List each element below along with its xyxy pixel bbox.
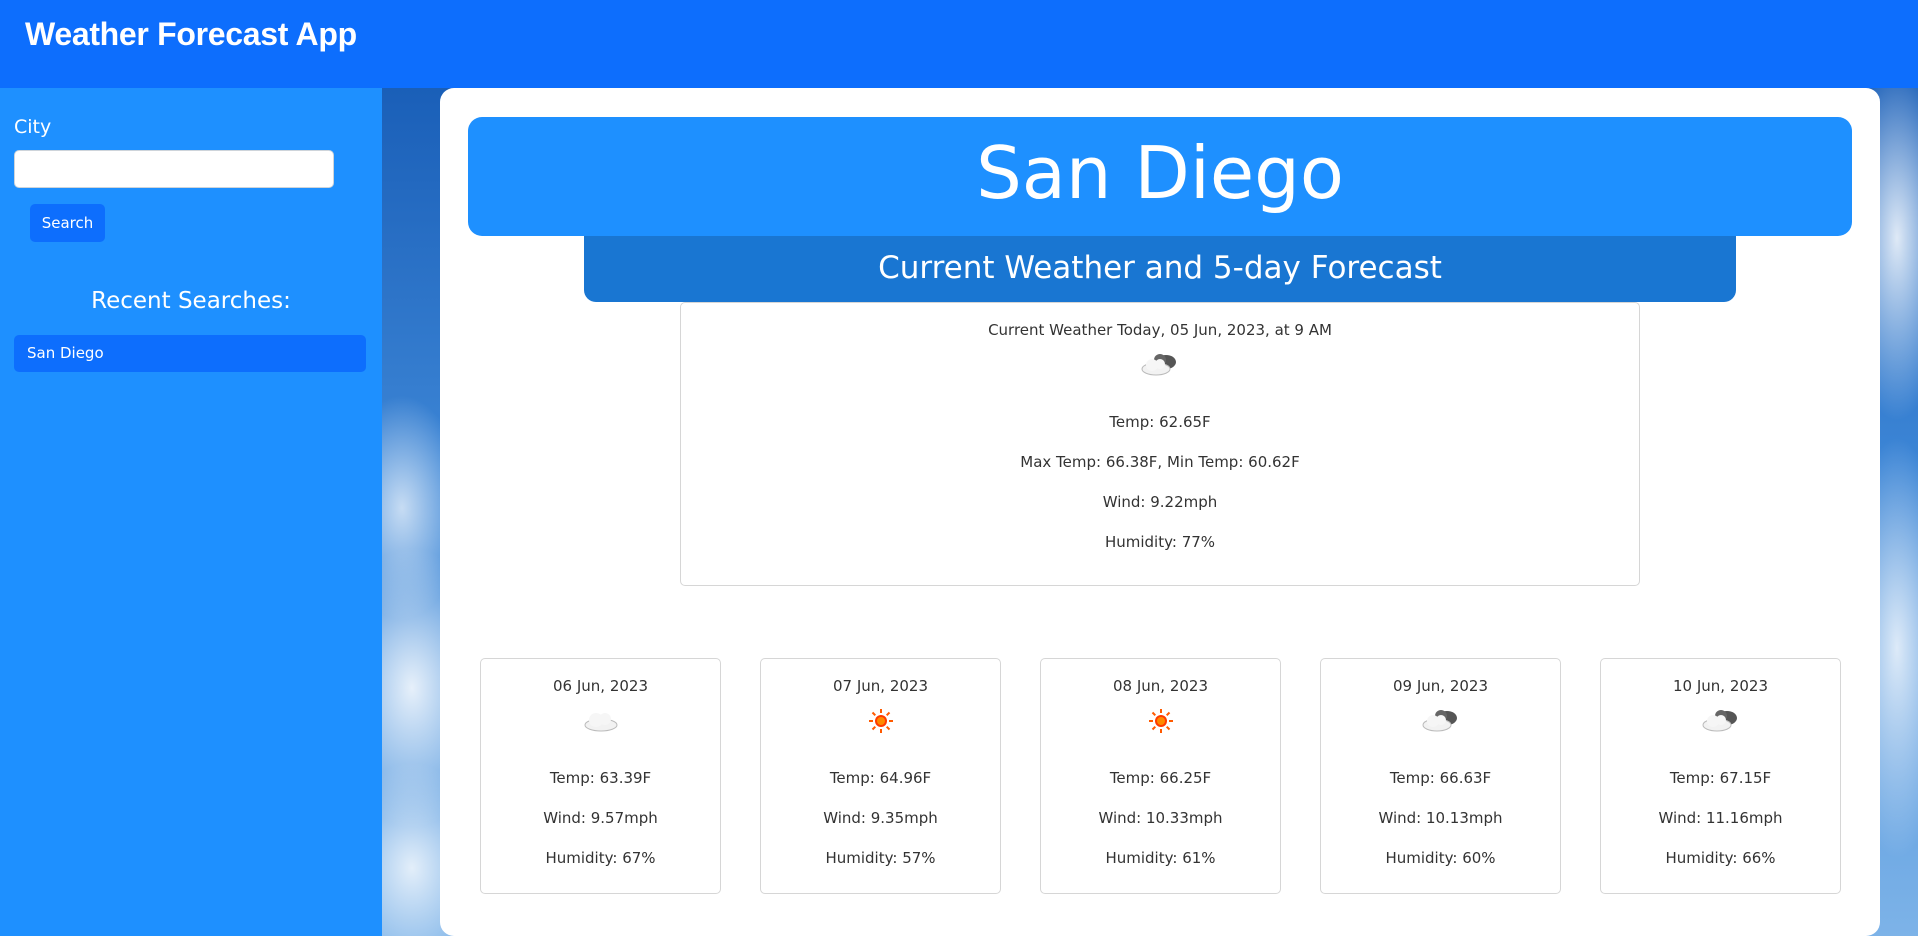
forecast-date: 06 Jun, 2023 bbox=[552, 677, 648, 695]
forecast-temp: Temp: 64.96F bbox=[829, 769, 932, 787]
forecast-temp: Temp: 63.39F bbox=[549, 769, 652, 787]
recent-search-item[interactable]: San Diego bbox=[14, 335, 366, 372]
forecast-wind: Wind: 11.16mph bbox=[1658, 809, 1783, 827]
forecast-wind: Wind: 10.13mph bbox=[1378, 809, 1503, 827]
recent-searches-list: San Diego bbox=[14, 335, 366, 378]
forecast-humidity: Humidity: 66% bbox=[1665, 849, 1776, 867]
app-title: Weather Forecast App bbox=[25, 16, 357, 52]
sun-icon bbox=[1041, 707, 1280, 737]
forecast-date: 09 Jun, 2023 bbox=[1392, 677, 1488, 695]
current-humidity: Humidity: 77% bbox=[1104, 533, 1216, 551]
page-subtitle: Current Weather and 5-day Forecast bbox=[878, 250, 1442, 286]
search-button[interactable]: Search bbox=[30, 204, 105, 242]
forecast-date: 07 Jun, 2023 bbox=[832, 677, 928, 695]
sidebar: City Search Recent Searches: San Diego bbox=[0, 88, 382, 936]
forecast-card: 07 Jun, 2023 Temp: 64.96F Wind: 9.35mph … bbox=[760, 658, 1001, 894]
forecast-temp: Temp: 67.15F bbox=[1669, 769, 1772, 787]
forecast-humidity: Humidity: 60% bbox=[1385, 849, 1496, 867]
forecast-humidity: Humidity: 57% bbox=[825, 849, 936, 867]
forecast-card: 10 Jun, 2023 Temp: 67.15F Wind: 11.16mph… bbox=[1600, 658, 1841, 894]
main-card: San Diego Current Weather and 5-day Fore… bbox=[440, 88, 1880, 936]
forecast-humidity: Humidity: 67% bbox=[545, 849, 656, 867]
forecast-wind: Wind: 9.35mph bbox=[823, 809, 938, 827]
current-weather-card: Current Weather Today, 05 Jun, 2023, at … bbox=[680, 302, 1640, 586]
forecast-card: 08 Jun, 2023 Temp: 66.25F Wind: 10.33mph… bbox=[1040, 658, 1281, 894]
city-label: City bbox=[14, 116, 52, 138]
subtitle-banner: Current Weather and 5-day Forecast bbox=[584, 236, 1736, 302]
cloud-icon bbox=[481, 707, 720, 737]
current-temp: Temp: 62.65F bbox=[1109, 413, 1211, 431]
recent-searches-heading: Recent Searches: bbox=[91, 288, 291, 314]
city-name: San Diego bbox=[976, 131, 1344, 215]
app-header: Weather Forecast App bbox=[0, 0, 1918, 88]
forecast-wind: Wind: 9.57mph bbox=[543, 809, 658, 827]
current-wind: Wind: 9.22mph bbox=[1102, 493, 1218, 511]
partly-cloudy-icon bbox=[1601, 707, 1840, 737]
partly-cloudy-icon bbox=[681, 351, 1639, 381]
forecast-card: 06 Jun, 2023 Temp: 63.39F Wind: 9.57mph … bbox=[480, 658, 721, 894]
forecast-temp: Temp: 66.25F bbox=[1109, 769, 1212, 787]
city-input[interactable] bbox=[14, 150, 334, 188]
sun-icon bbox=[761, 707, 1000, 737]
current-min-max-temp: Max Temp: 66.38F, Min Temp: 60.62F bbox=[1020, 453, 1300, 471]
forecast-temp: Temp: 66.63F bbox=[1389, 769, 1492, 787]
current-weather-heading: Current Weather Today, 05 Jun, 2023, at … bbox=[988, 321, 1332, 339]
city-banner: San Diego bbox=[468, 117, 1852, 236]
forecast-card: 09 Jun, 2023 Temp: 66.63F Wind: 10.13mph… bbox=[1320, 658, 1561, 894]
forecast-date: 10 Jun, 2023 bbox=[1672, 677, 1768, 695]
forecast-wind: Wind: 10.33mph bbox=[1098, 809, 1223, 827]
partly-cloudy-icon bbox=[1321, 707, 1560, 737]
forecast-humidity: Humidity: 61% bbox=[1105, 849, 1216, 867]
forecast-date: 08 Jun, 2023 bbox=[1112, 677, 1208, 695]
